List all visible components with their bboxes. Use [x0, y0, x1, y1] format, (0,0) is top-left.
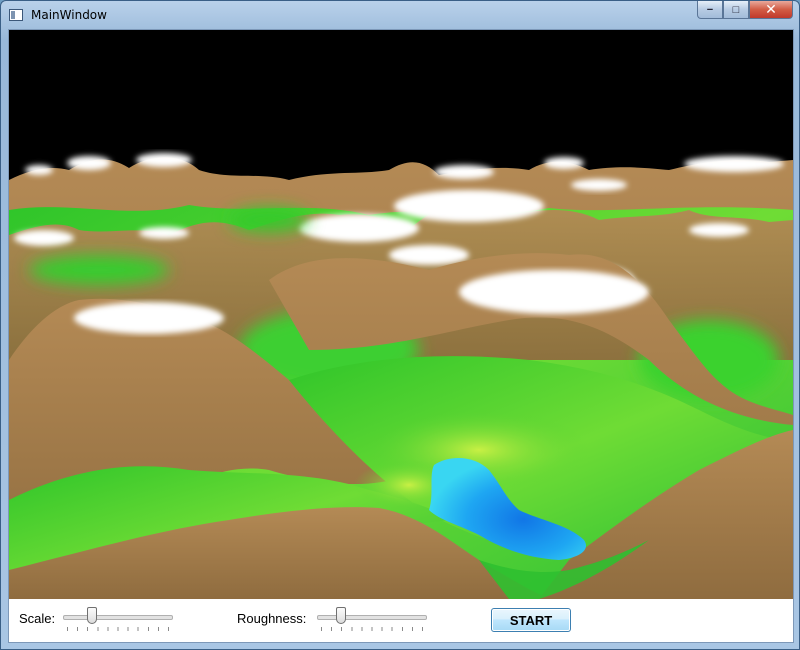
scale-slider-thumb[interactable] — [87, 607, 97, 624]
caption-buttons: − □ ✕ — [697, 1, 793, 19]
window-title: MainWindow — [31, 8, 107, 22]
scale-slider[interactable] — [61, 605, 175, 633]
left-mountain-snow — [74, 302, 224, 334]
close-button[interactable]: ✕ — [749, 1, 793, 19]
scale-slider-track[interactable] — [63, 615, 173, 620]
controls-bar: Scale: Roughness: START — [9, 599, 793, 642]
roughness-slider[interactable] — [315, 605, 429, 633]
terrain-render — [9, 30, 793, 599]
roughness-slider-ticks — [321, 627, 423, 631]
client-area: Scale: Roughness: START — [8, 29, 794, 643]
roughness-slider-track[interactable] — [317, 615, 427, 620]
title-bar[interactable]: MainWindow − □ ✕ — [1, 1, 799, 29]
scale-label: Scale: — [19, 611, 56, 626]
start-button[interactable]: START — [491, 608, 571, 632]
scale-slider-ticks — [67, 627, 169, 631]
maximize-button[interactable]: □ — [723, 1, 749, 19]
roughness-label: Roughness: — [237, 611, 307, 626]
minimize-button[interactable]: − — [697, 1, 723, 19]
app-window-icon[interactable] — [9, 9, 23, 21]
terrain-viewport[interactable] — [9, 30, 793, 599]
right-mountain-snow — [459, 270, 649, 314]
roughness-slider-thumb[interactable] — [336, 607, 346, 624]
main-window: MainWindow − □ ✕ Scale: Roughness: START — [0, 0, 800, 650]
